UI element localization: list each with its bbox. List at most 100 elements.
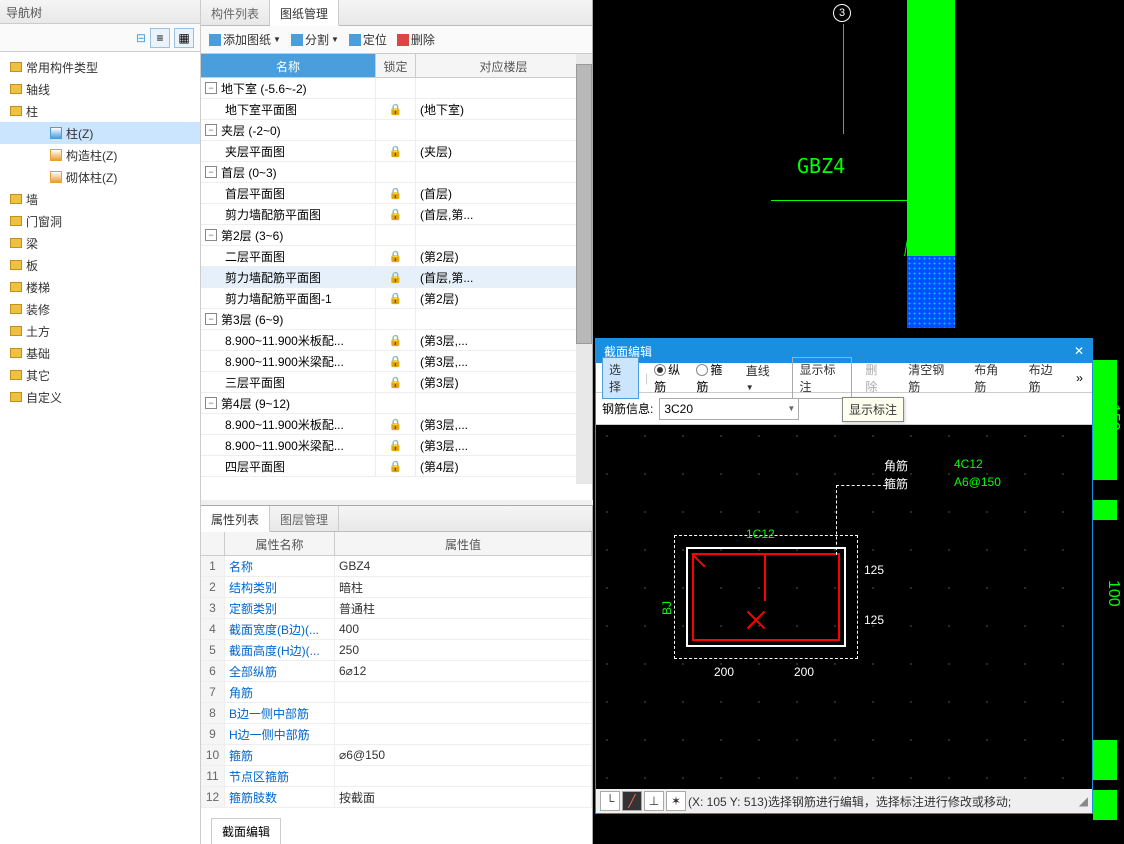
lock-icon[interactable]: 🔒 xyxy=(389,271,403,284)
property-row[interactable]: 10箍筋⌀6@150 xyxy=(201,745,592,766)
property-row[interactable]: 2结构类别暗柱 xyxy=(201,577,592,598)
radio-longitudinal[interactable]: 纵筋 xyxy=(654,361,690,395)
lock-icon[interactable]: 🔒 xyxy=(389,187,403,200)
property-row[interactable]: 7角筋 xyxy=(201,682,592,703)
property-row[interactable]: 11节点区箍筋 xyxy=(201,766,592,787)
drawing-row[interactable]: −第2层 (3~6) xyxy=(201,225,592,246)
drawing-row[interactable]: 8.900~11.900米梁配...🔒(第3层,... xyxy=(201,351,592,372)
property-row[interactable]: 1名称GBZ4 xyxy=(201,556,592,577)
collapse-icon[interactable]: − xyxy=(205,229,217,241)
collapse-icon[interactable]: − xyxy=(205,166,217,178)
drawing-row[interactable]: 8.900~11.900米梁配...🔒(第3层,... xyxy=(201,435,592,456)
header-name[interactable]: 名称 xyxy=(201,54,376,77)
more-icon[interactable]: ›› xyxy=(1076,371,1086,385)
property-row[interactable]: 3定额类别普通柱 xyxy=(201,598,592,619)
snap-perp-icon[interactable]: ⊥ xyxy=(644,791,664,811)
lock-icon[interactable]: 🔒 xyxy=(389,439,403,452)
drawing-row[interactable]: 地下室平面图🔒(地下室) xyxy=(201,99,592,120)
tab-drawing-management[interactable]: 图纸管理 xyxy=(270,0,339,26)
property-row[interactable]: 4截面宽度(B边)(...400 xyxy=(201,619,592,640)
drawing-row[interactable]: 四层平面图🔒(第4层) xyxy=(201,456,592,477)
tree-item[interactable]: 土方 xyxy=(0,320,200,342)
collapse-icon[interactable]: − xyxy=(205,82,217,94)
toolbar-定位[interactable]: 定位 xyxy=(345,28,391,51)
toolbar-添加图纸[interactable]: 添加图纸 ▼ xyxy=(205,28,285,51)
tree-item[interactable]: 轴线 xyxy=(0,78,200,100)
tree-item[interactable]: 柱(Z) xyxy=(0,122,200,144)
tree-item[interactable]: 砌体柱(Z) xyxy=(0,166,200,188)
clear-rebar-button[interactable]: 清空钢筋 xyxy=(901,357,961,399)
drawing-row[interactable]: 首层平面图🔒(首层) xyxy=(201,183,592,204)
section-edit-tab[interactable]: 截面编辑 xyxy=(211,818,281,844)
drawing-row[interactable]: 夹层平面图🔒(夹层) xyxy=(201,141,592,162)
lock-icon[interactable]: 🔒 xyxy=(389,250,403,263)
drawing-row[interactable]: 剪力墙配筋平面图-1🔒(第2层) xyxy=(201,288,592,309)
tree-item[interactable]: 基础 xyxy=(0,342,200,364)
mid-scrollbar[interactable] xyxy=(576,54,592,484)
tree-item[interactable]: 柱 xyxy=(0,100,200,122)
tree-item[interactable]: 自定义 xyxy=(0,386,200,408)
resize-grip-icon[interactable]: ◢ xyxy=(1079,794,1088,808)
lock-icon[interactable]: 🔒 xyxy=(389,208,403,221)
drawing-row[interactable]: 8.900~11.900米板配...🔒(第3层,... xyxy=(201,414,592,435)
tab-component-list[interactable]: 构件列表 xyxy=(201,0,270,25)
snap-endpoint-icon[interactable]: └ xyxy=(600,791,620,811)
toolbar-分割[interactable]: 分割 ▼ xyxy=(287,28,343,51)
nav-view-grid-icon[interactable]: ▦ xyxy=(174,28,194,48)
drawing-row[interactable]: −第3层 (6~9) xyxy=(201,309,592,330)
toolbar-删除[interactable]: 删除 xyxy=(393,28,439,51)
drawing-row[interactable]: 三层平面图🔒(第3层) xyxy=(201,372,592,393)
property-row[interactable]: 8B边一侧中部筋 xyxy=(201,703,592,724)
tree-item[interactable]: 墙 xyxy=(0,188,200,210)
drawing-row[interactable]: 剪力墙配筋平面图🔒(首层,第... xyxy=(201,204,592,225)
edge-rebar-button[interactable]: 布边筋 xyxy=(1022,357,1070,399)
drawing-row[interactable]: 8.900~11.900米板配...🔒(第3层,... xyxy=(201,330,592,351)
property-row[interactable]: 5截面高度(H边)(...250 xyxy=(201,640,592,661)
tree-item[interactable]: 装修 xyxy=(0,298,200,320)
drawing-row[interactable]: −地下室 (-5.6~-2) xyxy=(201,78,592,99)
tree-item[interactable]: 常用构件类型 xyxy=(0,56,200,78)
tree-item[interactable]: 楼梯 xyxy=(0,276,200,298)
nav-expand-icon[interactable]: ⊟ xyxy=(136,31,146,45)
drawing-row[interactable]: −首层 (0~3) xyxy=(201,162,592,183)
tab-property-list[interactable]: 属性列表 xyxy=(201,506,270,532)
snap-intersect-icon[interactable]: ✶ xyxy=(666,791,686,811)
tree-item[interactable]: 板 xyxy=(0,254,200,276)
drawing-row[interactable]: −夹层 (-2~0) xyxy=(201,120,592,141)
lock-icon[interactable]: 🔒 xyxy=(389,292,403,305)
line-button[interactable]: 直线 ▼ xyxy=(739,358,787,397)
tree-item[interactable]: 梁 xyxy=(0,232,200,254)
property-row[interactable]: 12箍筋肢数按截面 xyxy=(201,787,592,808)
property-row[interactable]: 9H边一侧中部筋 xyxy=(201,724,592,745)
lock-icon[interactable]: 🔒 xyxy=(389,418,403,431)
column-hatch[interactable] xyxy=(907,256,955,328)
close-icon[interactable]: ✕ xyxy=(1074,344,1084,358)
tree-item[interactable]: 门窗洞 xyxy=(0,210,200,232)
dropdown-caret-icon[interactable]: ▼ xyxy=(787,404,795,413)
lock-icon[interactable]: 🔒 xyxy=(389,355,403,368)
collapse-icon[interactable]: − xyxy=(205,397,217,409)
header-lock[interactable]: 锁定 xyxy=(376,54,416,77)
select-button[interactable]: 选择 xyxy=(602,357,639,399)
collapse-icon[interactable]: − xyxy=(205,124,217,136)
header-floor[interactable]: 对应楼层 xyxy=(416,54,592,77)
delete-button[interactable]: 删除 xyxy=(858,357,895,399)
drawing-row[interactable]: 剪力墙配筋平面图🔒(首层,第... xyxy=(201,267,592,288)
corner-rebar-button[interactable]: 布角筋 xyxy=(967,357,1015,399)
nav-view-list-icon[interactable]: ≡ xyxy=(150,28,170,48)
lock-icon[interactable]: 🔒 xyxy=(389,460,403,473)
snap-ortho-icon[interactable]: ╱ xyxy=(622,791,642,811)
drawing-rows[interactable]: −地下室 (-5.6~-2)地下室平面图🔒(地下室)−夹层 (-2~0)夹层平面… xyxy=(201,78,592,488)
property-row[interactable]: 6全部纵筋6⌀12 xyxy=(201,661,592,682)
lock-icon[interactable]: 🔒 xyxy=(389,334,403,347)
tree-item[interactable]: 构造柱(Z) xyxy=(0,144,200,166)
drawing-row[interactable]: −第4层 (9~12) xyxy=(201,393,592,414)
lock-icon[interactable]: 🔒 xyxy=(389,145,403,158)
tree-item[interactable]: 其它 xyxy=(0,364,200,386)
drawing-row[interactable]: 二层平面图🔒(第2层) xyxy=(201,246,592,267)
lock-icon[interactable]: 🔒 xyxy=(389,376,403,389)
lock-icon[interactable]: 🔒 xyxy=(389,103,403,116)
collapse-icon[interactable]: − xyxy=(205,313,217,325)
tab-layer-management[interactable]: 图层管理 xyxy=(270,506,339,531)
rebar-info-input[interactable] xyxy=(659,398,799,420)
